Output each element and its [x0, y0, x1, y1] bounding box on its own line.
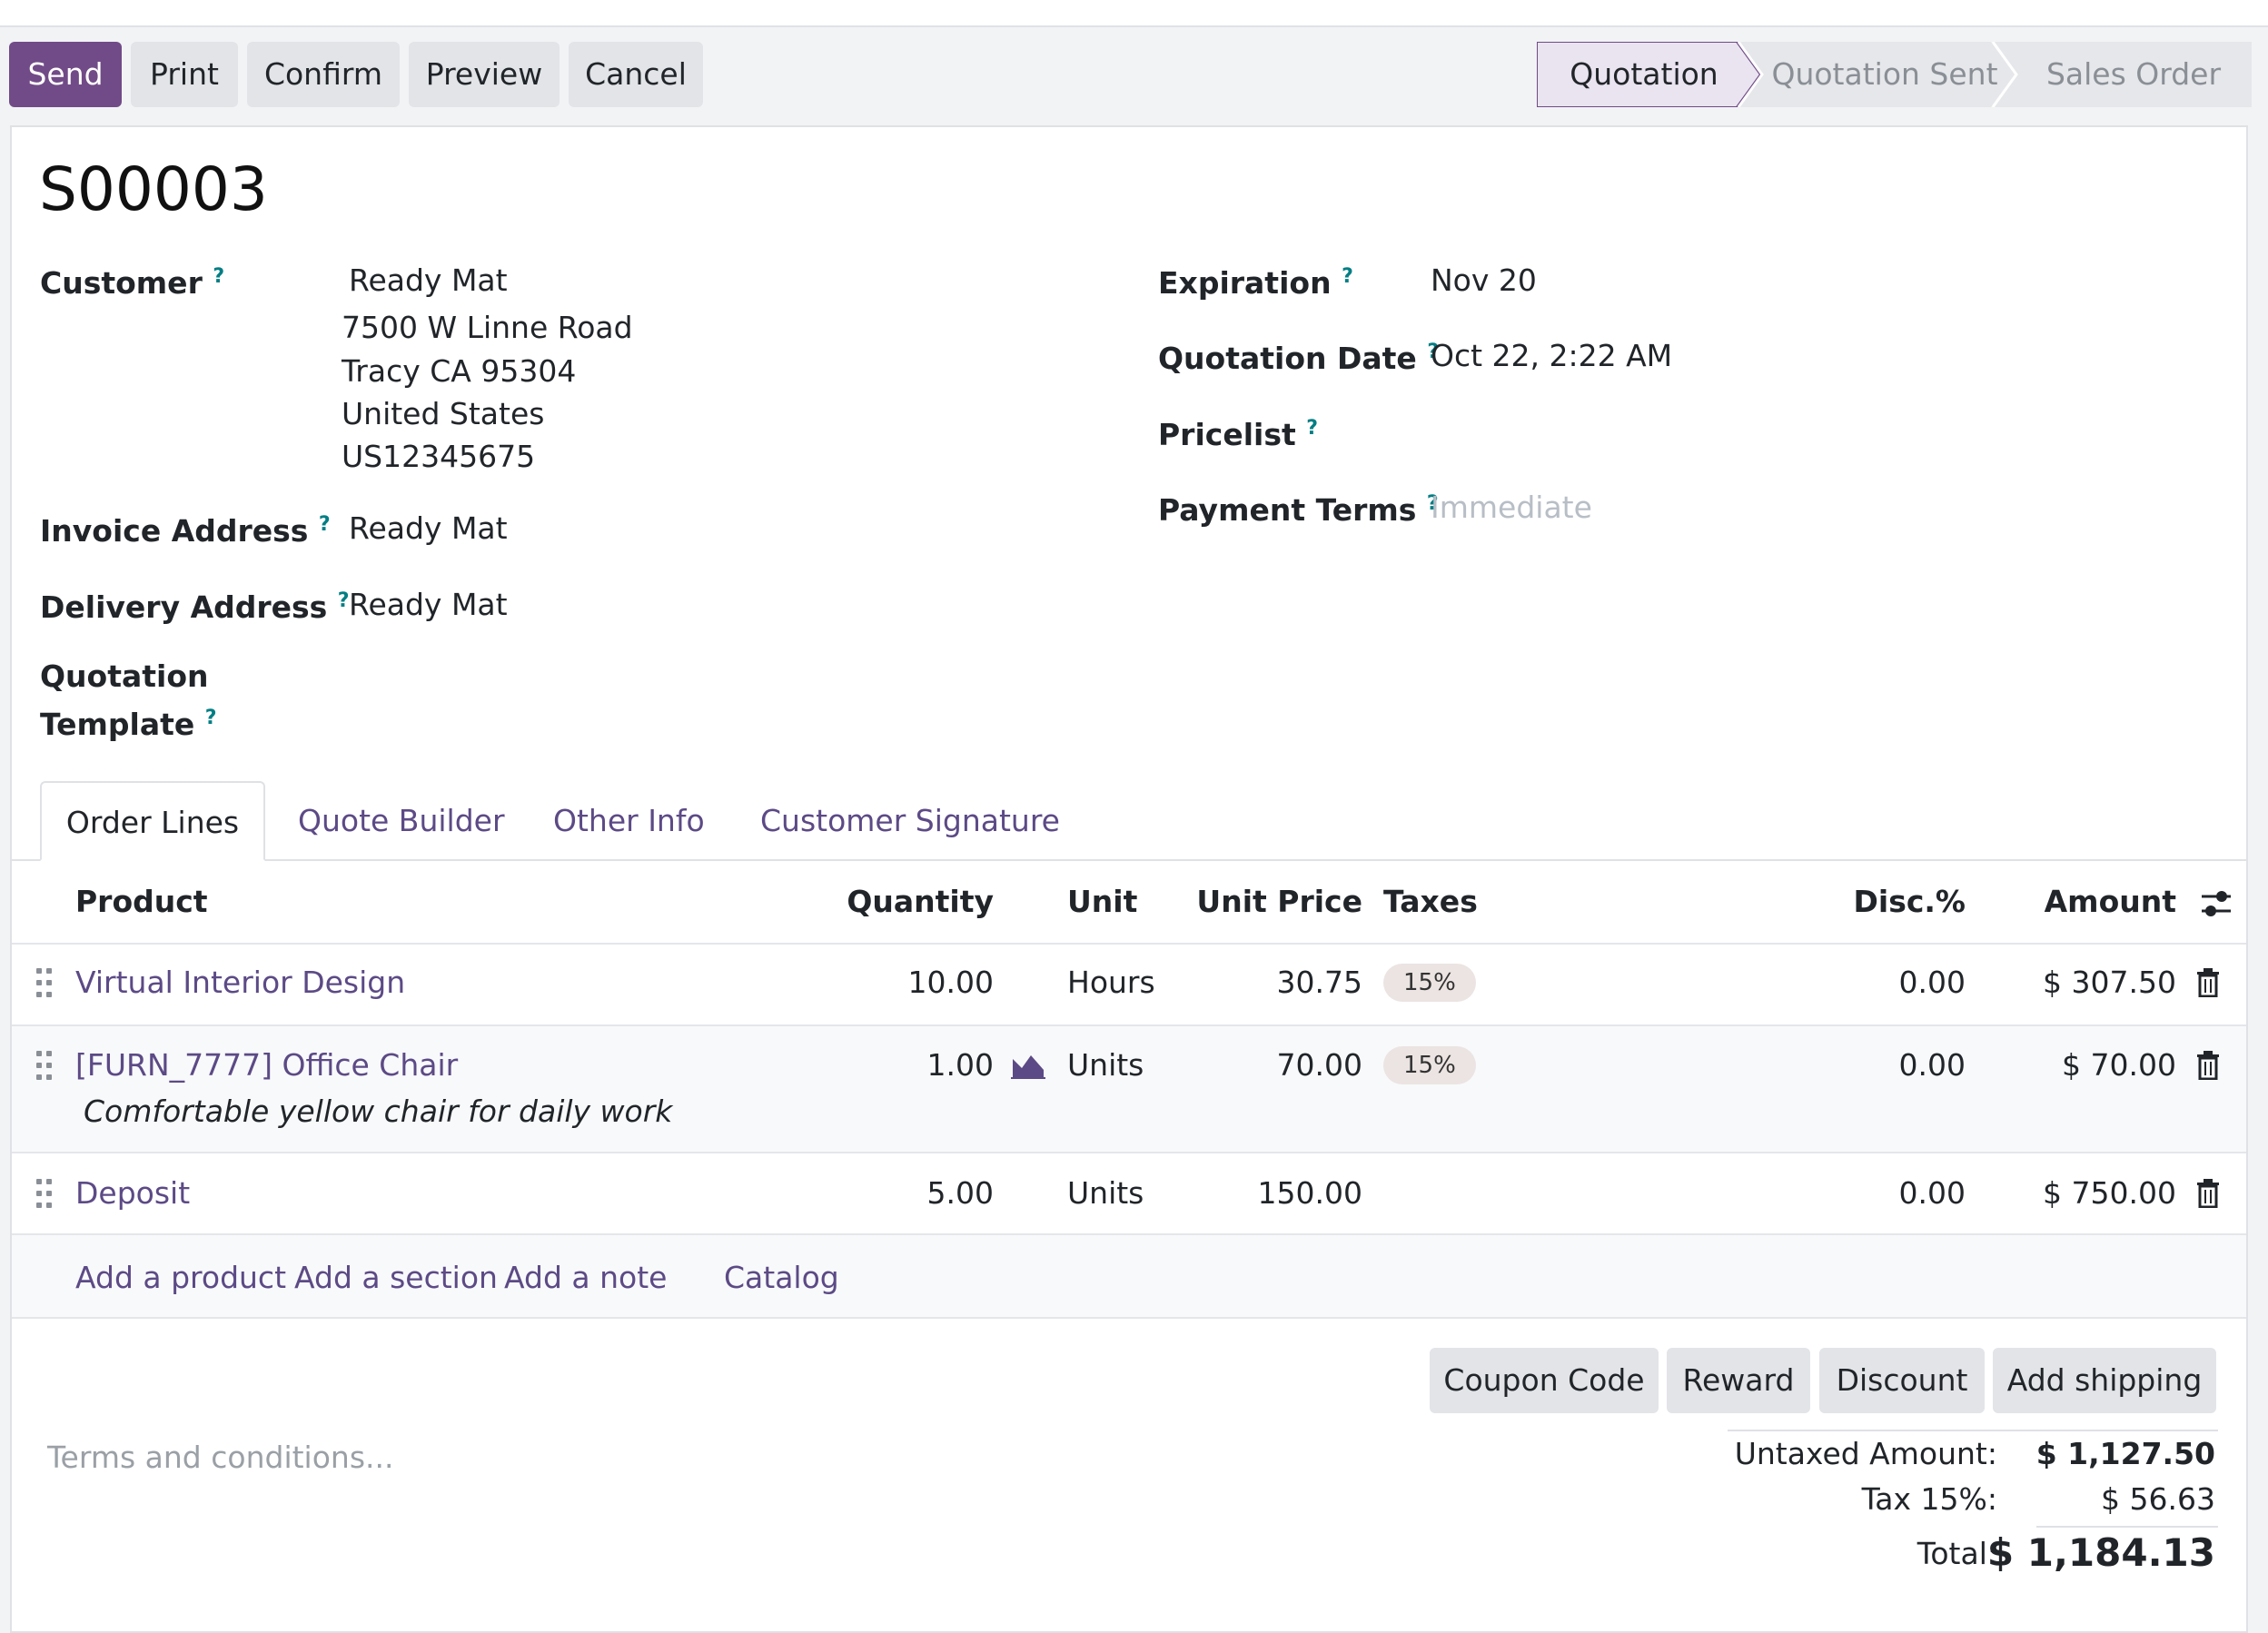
help-icon[interactable]: ? [1306, 417, 1318, 440]
trash-icon[interactable] [2196, 1051, 2220, 1080]
expiration-label: Expiration ? [1158, 265, 1353, 301]
divider [12, 1317, 2246, 1319]
col-discount[interactable]: Disc.% [1817, 881, 1966, 923]
discount-button[interactable]: Discount [1819, 1348, 1985, 1413]
invoice-address-field[interactable]: Ready Mat [349, 508, 508, 549]
expiration-field[interactable]: Nov 20 [1431, 260, 1537, 302]
unit-cell[interactable]: Units [1067, 1044, 1144, 1086]
drag-handle-icon[interactable] [36, 1051, 53, 1082]
total-label: Total: [1916, 1536, 1997, 1571]
trash-icon[interactable] [2196, 1179, 2220, 1208]
tab-customer-signature[interactable]: Customer Signature [760, 781, 1060, 861]
divider [12, 943, 2246, 945]
quantity-cell[interactable]: 5.00 [817, 1173, 994, 1214]
add-shipping-button[interactable]: Add shipping [1993, 1348, 2216, 1413]
cancel-button[interactable]: Cancel [569, 42, 703, 107]
tab-quote-builder[interactable]: Quote Builder [298, 781, 505, 861]
quotation-date-field[interactable]: Oct 22, 2:22 AM [1431, 335, 1672, 377]
drag-handle-icon[interactable] [36, 968, 53, 999]
col-quantity[interactable]: Quantity [817, 881, 994, 923]
customer-label: Customer ? [40, 265, 225, 301]
delivery-address-field[interactable]: Ready Mat [349, 584, 508, 626]
discount-cell[interactable]: 0.00 [1817, 1173, 1966, 1214]
preview-button[interactable]: Preview [409, 42, 560, 107]
tax-label: Tax 15%: [1861, 1481, 1997, 1517]
divider [2036, 1526, 2218, 1528]
add-section-link[interactable]: Add a section [294, 1257, 498, 1299]
print-button[interactable]: Print [131, 42, 238, 107]
payment-terms-label: Payment Terms ? [1158, 492, 1439, 528]
quotation-date-label: Quotation Date ? [1158, 341, 1440, 376]
col-product[interactable]: Product [75, 881, 208, 923]
delivery-address-label: Delivery Address ? [40, 589, 350, 625]
customer-address-line-3: United States [342, 396, 545, 431]
col-taxes[interactable]: Taxes [1383, 881, 1478, 923]
send-button[interactable]: Send [9, 42, 122, 107]
tax-value: $ 56.63 [2101, 1481, 2215, 1517]
total-value: $ 1,184.13 [1986, 1530, 2215, 1575]
divider [1728, 1430, 2218, 1431]
discount-cell[interactable]: 0.00 [1817, 1044, 1966, 1086]
amount-cell: $ 307.50 [2043, 965, 2176, 1000]
customer-address-line-1: 7500 W Linne Road [342, 310, 633, 345]
col-unit[interactable]: Unit [1067, 881, 1137, 923]
invoice-address-label: Invoice Address ? [40, 513, 331, 549]
unit-price-cell[interactable]: 150.00 [1181, 1173, 1362, 1214]
product-cell[interactable]: Virtual Interior Design [75, 962, 405, 1004]
add-product-link[interactable]: Add a product [75, 1257, 286, 1299]
terms-input[interactable]: Terms and conditions... [47, 1437, 393, 1479]
unit-price-cell[interactable]: 30.75 [1181, 962, 1362, 1004]
untaxed-amount-label: Untaxed Amount: [1734, 1436, 1997, 1471]
help-icon[interactable]: ? [1342, 265, 1353, 288]
col-amount[interactable]: Amount [1998, 881, 2176, 923]
untaxed-amount-value: $ 1,127.50 [2035, 1436, 2215, 1471]
tax-badge[interactable]: 15% [1383, 964, 1476, 1002]
stage-sales-order[interactable]: Sales Order [2020, 42, 2247, 107]
reward-button[interactable]: Reward [1667, 1348, 1810, 1413]
help-icon[interactable]: ? [213, 265, 224, 288]
amount-cell: $ 70.00 [2062, 1047, 2176, 1083]
tax-badge[interactable]: 15% [1383, 1046, 1476, 1084]
customer-address-line-2: Tracy CA 95304 [342, 353, 577, 389]
optional-columns-icon[interactable] [2200, 888, 2233, 919]
discount-cell[interactable]: 0.00 [1817, 962, 1966, 1004]
divider [12, 1152, 2246, 1153]
confirm-button[interactable]: Confirm [247, 42, 400, 107]
stage-quotation[interactable]: Quotation [1537, 42, 1751, 107]
col-unit-price[interactable]: Unit Price [1181, 881, 1362, 923]
amount-cell: $ 750.00 [2043, 1175, 2176, 1211]
unit-cell[interactable]: Units [1067, 1173, 1144, 1214]
trash-icon[interactable] [2196, 968, 2220, 997]
unit-cell[interactable]: Hours [1067, 962, 1155, 1004]
tab-other-info[interactable]: Other Info [553, 781, 705, 861]
help-icon[interactable]: ? [205, 707, 217, 729]
top-bar [0, 0, 2268, 27]
drag-handle-icon[interactable] [36, 1179, 53, 1210]
payment-terms-field[interactable]: Immediate [1431, 487, 1592, 529]
forecast-chart-icon[interactable] [1011, 1052, 1045, 1079]
customer-vat: US12345675 [342, 439, 536, 474]
product-cell[interactable]: Deposit [75, 1173, 190, 1214]
product-description[interactable]: Comfortable yellow chair for daily work [84, 1091, 672, 1133]
tab-order-lines[interactable]: Order Lines [40, 781, 265, 861]
coupon-code-button[interactable]: Coupon Code [1430, 1348, 1659, 1413]
help-icon[interactable]: ? [319, 513, 331, 536]
quantity-cell[interactable]: 10.00 [817, 962, 994, 1004]
pricelist-label: Pricelist ? [1158, 417, 1319, 452]
add-note-link[interactable]: Add a note [504, 1257, 667, 1299]
customer-field[interactable]: Ready Mat [349, 260, 508, 302]
record-title: S00003 [39, 154, 268, 224]
pricelist-field[interactable] [1431, 408, 2212, 450]
quotation-template-label: Quotation Template ? [40, 658, 217, 742]
stage-quotation-sent[interactable]: Quotation Sent [1757, 42, 2013, 107]
quantity-cell[interactable]: 1.00 [817, 1044, 994, 1086]
product-cell[interactable]: [FURN_7777] Office Chair [75, 1044, 458, 1086]
quotation-template-field[interactable] [342, 690, 1050, 727]
unit-price-cell[interactable]: 70.00 [1181, 1044, 1362, 1086]
catalog-button[interactable]: Catalog [724, 1257, 839, 1299]
help-icon[interactable]: ? [338, 589, 350, 612]
